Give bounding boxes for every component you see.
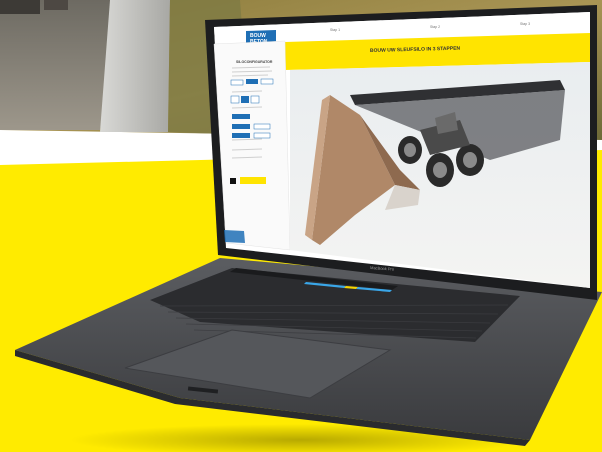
sidebar-footer <box>224 230 245 243</box>
dimension-button-2[interactable] <box>241 96 249 103</box>
step-label-3: Stap 3 <box>520 22 530 26</box>
option-button-1[interactable] <box>230 79 244 86</box>
select-button-1[interactable] <box>232 114 250 119</box>
submit-button[interactable] <box>240 177 266 184</box>
sidebar <box>213 40 291 251</box>
option-button-3[interactable] <box>260 78 274 85</box>
dimension-button-1[interactable] <box>230 95 240 104</box>
step-label-1: Stap 1 <box>330 28 340 32</box>
select-button-3[interactable] <box>253 123 271 130</box>
sidebar-header: SILOCONFIGURATOR <box>236 60 273 64</box>
select-button-4[interactable] <box>232 133 250 138</box>
dimension-button-3[interactable] <box>250 95 260 104</box>
option-button-2[interactable] <box>246 79 258 84</box>
color-swatch[interactable] <box>230 178 236 184</box>
screen: BOUW BETON Stap 1 Stap 2 Stap 3 BOUW UW … <box>213 12 590 288</box>
step-label-2: Stap 2 <box>430 25 440 29</box>
select-button-2[interactable] <box>232 124 250 129</box>
product-photo: MacBook Pro BOUW BETON Stap 1 Stap 2 Sta… <box>0 0 602 452</box>
select-button-5[interactable] <box>253 132 271 139</box>
